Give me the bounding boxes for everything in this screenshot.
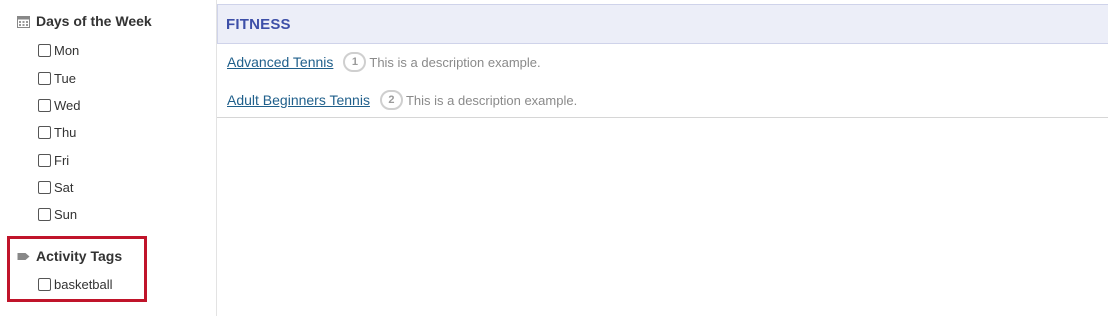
calendar-icon [17, 15, 30, 28]
checkbox[interactable] [38, 278, 51, 291]
activity-row: Adult Beginners Tennis 2 This is a descr… [227, 90, 577, 110]
checkbox[interactable] [38, 208, 51, 221]
activity-count-badge: 2 [379, 90, 403, 110]
tag-label: basketball [54, 277, 113, 292]
tag-checkbox-basketball[interactable]: basketball [38, 277, 113, 292]
checkbox[interactable] [38, 181, 51, 194]
day-checkbox-mon[interactable]: Mon [38, 43, 79, 58]
day-label: Mon [54, 43, 80, 58]
days-of-week-title: Days of the Week [36, 13, 152, 29]
day-label: Fri [54, 153, 70, 168]
category-header: FITNESS [217, 4, 1108, 44]
activity-link-advanced-tennis[interactable]: Advanced Tennis [227, 54, 333, 70]
checkbox[interactable] [38, 126, 51, 139]
day-label: Tue [54, 71, 76, 86]
day-label: Thu [54, 125, 77, 140]
activity-list-panel: FITNESS Advanced Tennis 1 This is a desc… [217, 4, 1108, 118]
day-label: Sat [54, 180, 74, 195]
day-label: Sun [54, 207, 78, 222]
day-checkbox-sat[interactable]: Sat [38, 180, 74, 195]
category-title: FITNESS [226, 15, 291, 33]
tag-icon [17, 250, 30, 263]
day-checkbox-fri[interactable]: Fri [38, 153, 69, 168]
day-checkbox-tue[interactable]: Tue [38, 71, 76, 86]
checkbox[interactable] [38, 99, 51, 112]
activity-tags-heading: Activity Tags [17, 248, 122, 264]
filter-sidebar: Days of the Week Mon Tue Wed Thu Fri Sat… [0, 0, 216, 320]
activity-link-adult-beginners-tennis[interactable]: Adult Beginners Tennis [227, 92, 370, 108]
activity-row: Advanced Tennis 1 This is a description … [227, 52, 541, 72]
day-checkbox-sun[interactable]: Sun [38, 207, 77, 222]
activity-description: This is a description example. [405, 92, 578, 108]
activity-count-badge: 1 [343, 52, 367, 72]
checkbox[interactable] [38, 154, 51, 167]
checkbox[interactable] [38, 72, 51, 85]
activity-tags-title: Activity Tags [36, 248, 123, 264]
checkbox[interactable] [38, 44, 51, 57]
day-label: Wed [54, 98, 81, 113]
day-checkbox-wed[interactable]: Wed [38, 98, 81, 113]
day-checkbox-thu[interactable]: Thu [38, 125, 76, 140]
activity-tags-highlight [7, 236, 147, 302]
activity-description: This is a description example. [369, 54, 541, 70]
days-of-week-heading: Days of the Week [17, 13, 152, 29]
